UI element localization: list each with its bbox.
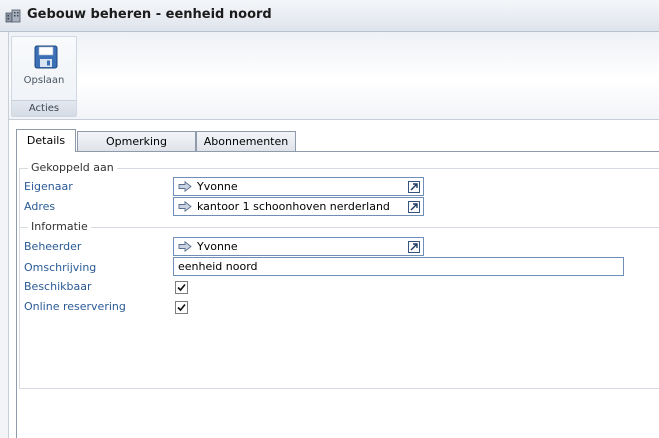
ribbon-group-label: Acties xyxy=(12,100,76,116)
open-record-icon[interactable] xyxy=(408,241,420,253)
tab-details[interactable]: Details xyxy=(16,129,76,152)
address-label: Adres xyxy=(24,200,56,213)
tab-opmerking[interactable]: Opmerking xyxy=(77,131,196,151)
panel-border-bottom xyxy=(19,388,659,389)
ribbon-toolbar xyxy=(0,32,659,120)
open-record-icon[interactable] xyxy=(408,201,420,213)
checkmark-icon xyxy=(177,283,186,292)
description-input[interactable]: eenheid noord xyxy=(173,257,624,276)
panel-border-left xyxy=(19,168,20,389)
section-legend-info: Informatie xyxy=(28,220,91,233)
description-label: Omschrijving xyxy=(24,261,97,274)
checkmark-icon xyxy=(177,303,186,312)
owner-value: Yvonne xyxy=(197,180,238,193)
online-booking-label: Online reservering xyxy=(24,300,126,313)
building-icon xyxy=(5,9,21,23)
floppy-disk-icon xyxy=(34,45,58,69)
title-bar: Gebouw beheren - eenheid noord xyxy=(0,0,659,32)
section-legend-linked: Gekoppeld aan xyxy=(28,161,117,174)
left-edge xyxy=(0,32,9,438)
online-booking-checkbox[interactable] xyxy=(175,301,188,314)
arrow-right-icon xyxy=(178,240,192,253)
manager-label: Beheerder xyxy=(24,240,82,253)
address-value: kantoor 1 schoonhoven nerderland xyxy=(197,200,390,213)
tab-abonnementen[interactable]: Abonnementen xyxy=(196,131,296,151)
open-record-icon[interactable] xyxy=(408,181,420,193)
owner-lookup[interactable]: Yvonne xyxy=(173,177,424,196)
save-label: Opslaan xyxy=(23,75,65,86)
available-checkbox[interactable] xyxy=(175,281,188,294)
manager-lookup[interactable]: Yvonne xyxy=(173,237,424,256)
manager-value: Yvonne xyxy=(197,240,238,253)
address-lookup[interactable]: kantoor 1 schoonhoven nerderland xyxy=(173,197,424,216)
arrow-right-icon xyxy=(178,200,192,213)
owner-label: Eigenaar xyxy=(24,180,73,193)
window-title: Gebouw beheren - eenheid noord xyxy=(27,7,272,22)
available-label: Beschikbaar xyxy=(24,280,92,293)
section-divider xyxy=(19,227,659,228)
ribbon-group-actions: Opslaan Acties xyxy=(11,36,77,117)
save-button[interactable]: Opslaan xyxy=(14,39,74,94)
arrow-right-icon xyxy=(178,180,192,193)
